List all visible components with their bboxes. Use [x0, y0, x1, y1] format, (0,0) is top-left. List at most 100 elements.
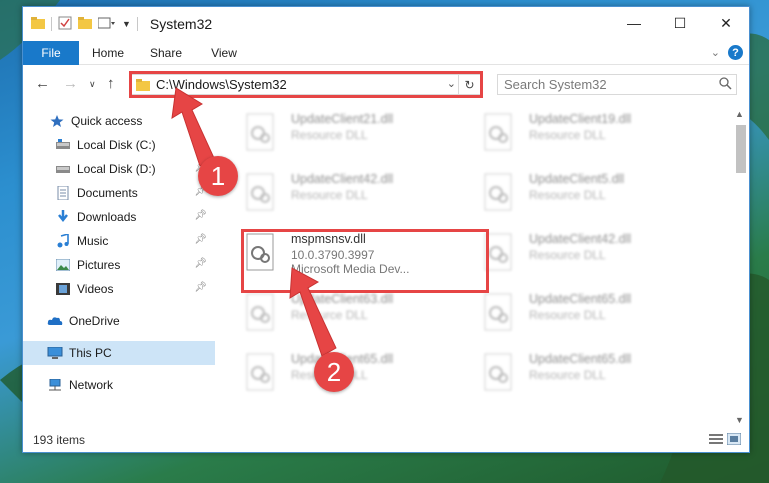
pin-icon[interactable]: 📌︎ — [194, 282, 207, 293]
documents-icon — [55, 186, 71, 200]
dll-file-icon — [481, 113, 515, 151]
file-name: UpdateClient65.dll — [529, 352, 632, 366]
sidebar-item-onedrive[interactable]: OneDrive — [23, 309, 215, 333]
folder-icon[interactable] — [31, 16, 45, 32]
file-name: UpdateClient65.dll — [529, 292, 632, 306]
file-item[interactable]: UpdateClient42.dll Resource DLL — [229, 167, 449, 215]
tab-share[interactable]: Share — [137, 46, 195, 60]
minimize-button[interactable]: — — [611, 7, 657, 39]
file-type: Resource DLL — [529, 188, 606, 202]
toolbar-divider — [51, 17, 52, 31]
file-item[interactable]: UpdateClient19.dll Resource DLL — [467, 107, 687, 155]
file-type: Resource DLL — [529, 248, 606, 262]
customize-toolbar-icon[interactable] — [97, 17, 116, 32]
navigation-pane: Quick access Local Disk (C:) 📌︎ Local Di… — [23, 107, 215, 427]
sidebar-item-quick-access[interactable]: Quick access — [23, 109, 215, 133]
sidebar-item-label: Downloads — [77, 210, 137, 224]
scroll-up-icon[interactable]: ▲ — [735, 109, 744, 119]
details-view-icon[interactable] — [709, 433, 723, 448]
tab-home[interactable]: Home — [79, 46, 137, 60]
quick-access-dropdown-icon[interactable]: ▼ — [122, 19, 131, 29]
sidebar-item-label: Quick access — [71, 114, 143, 128]
file-item[interactable]: UpdateClient63.dll Resource DLL — [229, 287, 449, 335]
sidebar-item-documents[interactable]: Documents 📌︎ — [23, 181, 215, 205]
cloud-icon — [47, 314, 63, 328]
file-item[interactable]: UpdateClient21.dll Resource DLL — [229, 107, 449, 155]
tab-file[interactable]: File — [23, 40, 79, 65]
sidebar-item-videos[interactable]: Videos 📌︎ — [23, 277, 215, 301]
step-1-badge: 1 — [198, 156, 238, 196]
dll-file-icon — [481, 353, 515, 391]
drive-icon — [55, 138, 71, 152]
window-controls: — ☐ ✕ — [611, 7, 749, 39]
computer-icon — [47, 346, 63, 360]
file-explorer-window: ▼ System32 — ☐ ✕ File Home Share View ⌄ … — [22, 6, 750, 453]
help-button[interactable]: ? — [728, 45, 743, 60]
dll-file-icon — [243, 113, 277, 151]
properties-icon[interactable] — [58, 16, 72, 33]
view-switcher — [709, 432, 742, 448]
quick-access-toolbar: ▼ — [23, 16, 138, 33]
search-box[interactable] — [497, 74, 737, 95]
pin-icon[interactable]: 📌︎ — [194, 258, 207, 269]
address-highlight-box — [129, 71, 483, 98]
pin-icon[interactable]: 📌︎ — [194, 210, 207, 221]
pictures-icon — [55, 258, 71, 272]
file-item[interactable]: UpdateClient5.dll Resource DLL — [467, 167, 687, 215]
sidebar-item-pictures[interactable]: Pictures 📌︎ — [23, 253, 215, 277]
search-icon[interactable] — [719, 77, 732, 93]
scrollbar-thumb[interactable] — [736, 125, 746, 173]
up-arrow-icon[interactable]: ↑ — [107, 75, 115, 92]
file-type: Resource DLL — [291, 128, 368, 142]
sidebar-item-downloads[interactable]: Downloads 📌︎ — [23, 205, 215, 229]
sidebar-item-local-disk-c[interactable]: Local Disk (C:) 📌︎ — [23, 133, 215, 157]
new-folder-icon[interactable] — [78, 16, 92, 32]
scroll-down-icon[interactable]: ▼ — [735, 415, 744, 425]
sidebar-item-music[interactable]: Music 📌︎ — [23, 229, 215, 253]
sidebar-item-label: Network — [69, 378, 114, 392]
file-type: Resource DLL — [529, 368, 606, 382]
sidebar-item-label: Local Disk (D:) — [77, 162, 156, 176]
dll-file-icon — [243, 353, 277, 391]
network-icon — [47, 378, 63, 392]
tab-view[interactable]: View — [195, 46, 253, 60]
star-icon — [49, 114, 65, 128]
music-icon — [55, 234, 71, 248]
vertical-scrollbar[interactable]: ▲ ▼ — [733, 107, 747, 427]
file-name: UpdateClient19.dll — [529, 112, 632, 126]
file-type: Resource DLL — [291, 308, 368, 322]
file-name: UpdateClient42.dll — [529, 232, 632, 246]
sidebar-item-label: OneDrive — [69, 314, 120, 328]
dll-file-icon — [481, 293, 515, 331]
file-item[interactable]: UpdateClient65.dll Resource DLL — [467, 287, 687, 335]
file-item[interactable]: UpdateClient65.dll Resource DLL — [467, 347, 687, 395]
dll-file-icon — [481, 173, 515, 211]
file-name: UpdateClient21.dll — [291, 112, 394, 126]
navigation-bar: ← → ∨ ↑ C:\Windows\System32 ⌄ ↻ — [23, 67, 749, 101]
maximize-button[interactable]: ☐ — [657, 7, 703, 39]
recent-locations-icon[interactable]: ∨ — [89, 79, 96, 90]
close-button[interactable]: ✕ — [703, 7, 749, 39]
sidebar-item-label: Music — [77, 234, 109, 248]
sidebar-item-network[interactable]: Network — [23, 373, 215, 397]
file-item[interactable]: UpdateClient42.dll Resource DLL — [467, 227, 687, 275]
file-type: Resource DLL — [529, 128, 606, 142]
chevron-down-icon[interactable]: ⌄ — [711, 46, 720, 59]
window-title: System32 — [149, 16, 213, 32]
pin-icon[interactable]: 📌︎ — [194, 138, 207, 149]
sidebar-item-label: Documents — [77, 186, 138, 200]
search-input[interactable] — [504, 77, 714, 92]
pin-icon[interactable]: 📌︎ — [194, 234, 207, 245]
forward-arrow-icon[interactable]: → — [63, 75, 78, 92]
large-icons-view-icon[interactable] — [726, 432, 742, 448]
dll-file-icon — [243, 173, 277, 211]
sidebar-item-label: Videos — [77, 282, 114, 296]
file-name: UpdateClient5.dll — [529, 172, 625, 186]
file-type: Resource DLL — [291, 188, 368, 202]
sidebar-item-local-disk-d[interactable]: Local Disk (D:) 📌︎ — [23, 157, 215, 181]
back-arrow-icon[interactable]: ← — [35, 75, 50, 92]
dll-file-icon — [243, 293, 277, 331]
sidebar-item-label: This PC — [69, 346, 112, 360]
sidebar-item-label: Local Disk (C:) — [77, 138, 156, 152]
sidebar-item-this-pc[interactable]: This PC — [23, 341, 215, 365]
